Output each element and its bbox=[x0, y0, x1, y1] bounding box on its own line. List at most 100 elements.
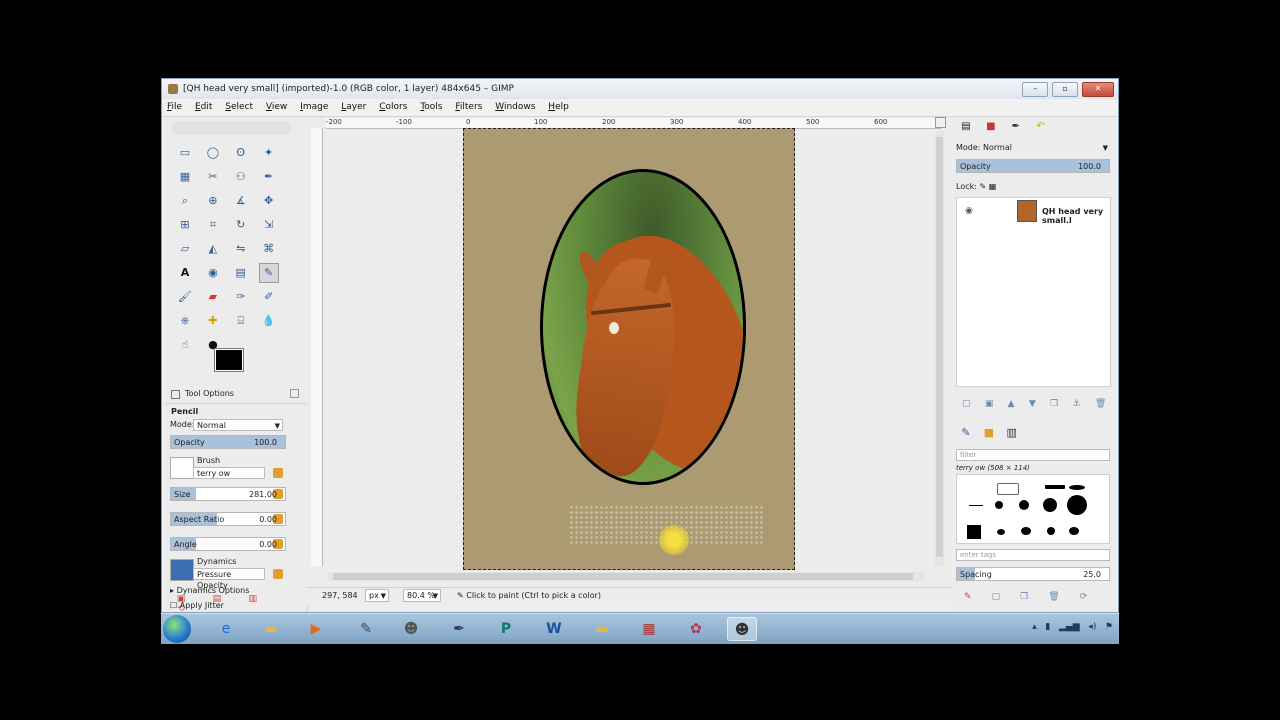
opacity-slider[interactable]: Opacity 100.0 bbox=[170, 435, 286, 449]
paint-icon[interactable]: ✎ bbox=[351, 617, 381, 641]
brush-name-field[interactable]: terry ow bbox=[193, 467, 265, 479]
duplicate-layer-icon[interactable]: ❐ bbox=[1050, 399, 1058, 409]
folder-icon[interactable]: ▬ bbox=[587, 617, 617, 641]
menu-edit[interactable]: Edit bbox=[190, 99, 217, 112]
crop-icon[interactable]: ⌗ bbox=[203, 215, 223, 235]
channels-tab-icon[interactable]: ■ bbox=[982, 119, 1000, 135]
move-icon[interactable]: ✥ bbox=[259, 191, 279, 211]
gimp-wilber-icon[interactable]: ☻ bbox=[396, 617, 426, 641]
gradients-tab-icon[interactable]: ▥ bbox=[1003, 425, 1021, 441]
menu-tools[interactable]: Tools bbox=[415, 99, 447, 112]
layers-tab-icon[interactable]: ▤ bbox=[957, 119, 975, 135]
duplicate-brush-icon[interactable]: ❐ bbox=[1020, 592, 1028, 602]
airbrush-icon[interactable]: ✑ bbox=[231, 287, 251, 307]
dynamics-preview[interactable] bbox=[170, 559, 194, 581]
menu-help[interactable]: Help bbox=[543, 99, 574, 112]
menu-file[interactable]: File bbox=[162, 99, 187, 112]
vertical-scrollbar[interactable] bbox=[935, 131, 944, 567]
blur-icon[interactable]: 💧 bbox=[259, 311, 279, 331]
delete-layer-icon[interactable]: 🗑 bbox=[1095, 399, 1106, 409]
raise-layer-icon[interactable]: ▲ bbox=[1008, 399, 1015, 409]
eraser-icon[interactable]: ▰ bbox=[203, 287, 223, 307]
menu-windows[interactable]: Windows bbox=[490, 99, 540, 112]
layer-mode-dropdown[interactable]: Normal ▼ bbox=[956, 142, 1110, 154]
eye-icon[interactable]: ◉ bbox=[965, 206, 973, 216]
scale-icon[interactable]: ⇲ bbox=[259, 215, 279, 235]
menu-filters[interactable]: Filters bbox=[450, 99, 487, 112]
image-canvas[interactable] bbox=[463, 128, 795, 570]
brush-spacing-slider[interactable]: Spacing 25.0 bbox=[956, 567, 1110, 581]
delete-options-icon[interactable]: ▥ bbox=[247, 594, 259, 604]
vertical-ruler[interactable] bbox=[311, 128, 323, 566]
unit-dropdown[interactable]: px ▼ bbox=[365, 589, 389, 602]
publisher-icon[interactable]: P bbox=[491, 617, 521, 641]
color-swatches[interactable] bbox=[214, 348, 257, 383]
title-bar[interactable]: [QH head very small] (imported)-1.0 (RGB… bbox=[162, 79, 1118, 99]
pen-icon[interactable]: ✒ bbox=[444, 617, 474, 641]
horizontal-scrollbar[interactable] bbox=[327, 572, 925, 581]
lock-alpha-icon[interactable]: ▦ bbox=[989, 182, 997, 191]
color-picker-icon[interactable]: ⌕ bbox=[175, 191, 195, 211]
clone-icon[interactable]: ⎈ bbox=[175, 311, 195, 331]
refresh-brushes-icon[interactable]: ⟳ bbox=[1080, 592, 1088, 602]
smudge-icon[interactable]: ☝ bbox=[175, 335, 195, 355]
scissors-icon[interactable]: ✂ bbox=[203, 167, 223, 187]
close-button[interactable]: ✕ bbox=[1082, 82, 1114, 97]
rotate-icon[interactable]: ↻ bbox=[231, 215, 251, 235]
navigate-icon[interactable] bbox=[935, 117, 946, 128]
angle-slider[interactable]: Angle 0.00 bbox=[170, 537, 286, 551]
heal-icon[interactable]: ✚ bbox=[203, 311, 223, 331]
brushes-tab-icon[interactable]: ✎ bbox=[957, 425, 975, 441]
pencil-icon[interactable]: ✎ bbox=[258, 263, 279, 283]
size-slider[interactable]: Size 281.00 bbox=[170, 487, 286, 501]
word-icon[interactable]: W bbox=[539, 617, 569, 641]
media-player-icon[interactable]: ▶ bbox=[301, 617, 331, 641]
align-icon[interactable]: ⊞ bbox=[175, 215, 195, 235]
blend-icon[interactable]: ▤ bbox=[231, 263, 251, 283]
ie-icon[interactable]: e bbox=[211, 617, 241, 641]
tray-signal-icon[interactable]: ▂▄▆ bbox=[1059, 622, 1080, 632]
lock-pixels-icon[interactable]: ✎ bbox=[979, 182, 986, 191]
brush-filter-input[interactable]: filter bbox=[956, 449, 1110, 461]
tray-flag-icon[interactable]: ⚑ bbox=[1105, 622, 1113, 632]
start-button[interactable] bbox=[163, 615, 191, 643]
fuzzy-select-icon[interactable]: ✦ bbox=[259, 143, 279, 163]
brush-tags-input[interactable]: enter tags bbox=[956, 549, 1110, 561]
text-icon[interactable]: A bbox=[175, 263, 195, 283]
menu-image[interactable]: Image bbox=[295, 99, 333, 112]
ink-icon[interactable]: ✐ bbox=[259, 287, 279, 307]
gimp-active-icon[interactable]: ☻ bbox=[727, 617, 757, 641]
brush-preview[interactable] bbox=[170, 457, 194, 479]
edit-dynamics-icon[interactable] bbox=[273, 569, 283, 579]
patterns-tab-icon[interactable]: ■ bbox=[980, 425, 998, 441]
lower-layer-icon[interactable]: ▼ bbox=[1029, 399, 1036, 409]
ellipse-select-icon[interactable]: ◯ bbox=[203, 143, 223, 163]
foreground-select-icon[interactable]: ⚇ bbox=[231, 167, 251, 187]
anchor-layer-icon[interactable]: ⚓ bbox=[1073, 399, 1081, 409]
save-options-icon[interactable]: ▣ bbox=[175, 594, 187, 604]
flip-icon[interactable]: ⇋ bbox=[231, 239, 251, 259]
mode-dropdown[interactable]: Normal ▼ bbox=[193, 419, 283, 431]
aspect-ratio-slider[interactable]: Aspect Ratio 0.00 bbox=[170, 512, 286, 526]
foreground-color[interactable] bbox=[214, 348, 244, 372]
perspective-icon[interactable]: ◭ bbox=[203, 239, 223, 259]
panel-menu-icon[interactable] bbox=[290, 389, 299, 398]
edit-brush-icon[interactable] bbox=[273, 468, 283, 478]
color-select-icon[interactable]: ▦ bbox=[175, 167, 195, 187]
shear-icon[interactable]: ▱ bbox=[175, 239, 195, 259]
archive-icon[interactable]: ▦ bbox=[634, 617, 664, 641]
undo-tab-icon[interactable]: ↶ bbox=[1032, 119, 1050, 135]
paths-icon[interactable]: ✒ bbox=[259, 167, 279, 187]
delete-brush-icon[interactable]: 🗑 bbox=[1048, 592, 1059, 602]
zoom-dropdown[interactable]: 80.4 % ▼ bbox=[403, 589, 441, 602]
brushes-grid[interactable] bbox=[956, 474, 1110, 544]
paths-tab-icon[interactable]: ✒ bbox=[1007, 119, 1025, 135]
maximize-button[interactable]: ▫ bbox=[1052, 82, 1079, 97]
explorer-icon[interactable]: ▬ bbox=[256, 617, 286, 641]
restore-options-icon[interactable]: ▤ bbox=[211, 594, 223, 604]
cage-icon[interactable]: ⌘ bbox=[259, 239, 279, 259]
zoom-icon[interactable]: ⊕ bbox=[203, 191, 223, 211]
menu-colors[interactable]: Colors bbox=[374, 99, 412, 112]
perspective-clone-icon[interactable]: ⌸ bbox=[231, 311, 251, 331]
new-layer-icon[interactable]: ▢ bbox=[962, 399, 971, 409]
